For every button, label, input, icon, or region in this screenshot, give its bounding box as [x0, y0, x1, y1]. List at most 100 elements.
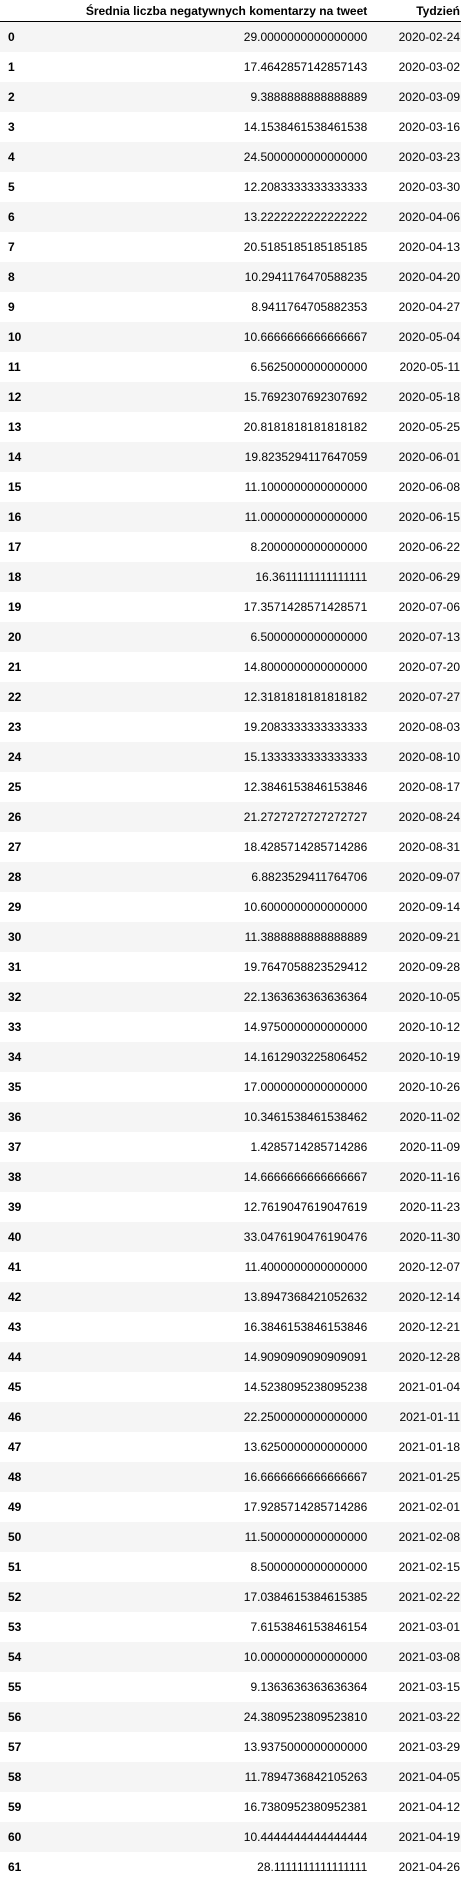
row-avg-negative-comments: 9.1363636363636364: [40, 1672, 378, 1702]
row-avg-negative-comments: 10.6000000000000000: [40, 892, 378, 922]
table-row: 98.94117647058823532020-04-27: [0, 292, 461, 322]
row-index: 52: [0, 1582, 40, 1612]
row-week: 2021-01-04: [378, 1372, 461, 1402]
table-row: 424.50000000000000002020-03-23: [0, 142, 461, 172]
row-index: 14: [0, 442, 40, 472]
row-index: 31: [0, 952, 40, 982]
table-header: Średnia liczba negatywnych komentarzy na…: [0, 0, 461, 22]
row-week: 2020-09-28: [378, 952, 461, 982]
row-avg-negative-comments: 6.5000000000000000: [40, 622, 378, 652]
row-avg-negative-comments: 17.3571428571428571: [40, 592, 378, 622]
row-week: 2020-04-27: [378, 292, 461, 322]
row-index: 56: [0, 1702, 40, 1732]
row-week: 2020-08-17: [378, 772, 461, 802]
row-index: 42: [0, 1282, 40, 1312]
row-avg-negative-comments: 9.3888888888888889: [40, 82, 378, 112]
row-avg-negative-comments: 13.9375000000000000: [40, 1732, 378, 1762]
row-week: 2020-07-27: [378, 682, 461, 712]
row-index: 15: [0, 472, 40, 502]
table-row: 2718.42857142857142862020-08-31: [0, 832, 461, 862]
row-week: 2021-03-29: [378, 1732, 461, 1762]
row-avg-negative-comments: 10.3461538461538462: [40, 1102, 378, 1132]
table-row: 4622.25000000000000002021-01-11: [0, 1402, 461, 1432]
row-index: 50: [0, 1522, 40, 1552]
table-row: 3610.34615384615384622020-11-02: [0, 1102, 461, 1132]
row-avg-negative-comments: 28.1111111111111111: [40, 1852, 378, 1882]
table-row: 3011.38888888888888892020-09-21: [0, 922, 461, 952]
row-week: 2020-12-14: [378, 1282, 461, 1312]
header-index: [0, 0, 40, 22]
row-index: 58: [0, 1762, 40, 1792]
table-row: 4033.04761904761904762020-11-30: [0, 1222, 461, 1252]
row-avg-negative-comments: 10.6666666666666667: [40, 322, 378, 352]
row-avg-negative-comments: 8.2000000000000000: [40, 532, 378, 562]
table-row: 3517.00000000000000002020-10-26: [0, 1072, 461, 1102]
row-avg-negative-comments: 7.6153846153846154: [40, 1612, 378, 1642]
row-avg-negative-comments: 1.4285714285714286: [40, 1132, 378, 1162]
row-avg-negative-comments: 24.5000000000000000: [40, 142, 378, 172]
row-avg-negative-comments: 18.4285714285714286: [40, 832, 378, 862]
table-row: 6128.11111111111111112021-04-26: [0, 1852, 461, 1882]
row-week: 2021-04-05: [378, 1762, 461, 1792]
row-index: 46: [0, 1402, 40, 1432]
row-index: 53: [0, 1612, 40, 1642]
row-week: 2021-04-12: [378, 1792, 461, 1822]
row-week: 2020-02-24: [378, 22, 461, 53]
row-week: 2021-01-25: [378, 1462, 461, 1492]
row-index: 54: [0, 1642, 40, 1672]
row-week: 2020-08-24: [378, 802, 461, 832]
row-week: 2020-08-03: [378, 712, 461, 742]
row-index: 34: [0, 1042, 40, 1072]
row-index: 11: [0, 352, 40, 382]
row-avg-negative-comments: 8.5000000000000000: [40, 1552, 378, 1582]
row-week: 2021-02-08: [378, 1522, 461, 1552]
table-row: 5011.50000000000000002021-02-08: [0, 1522, 461, 1552]
row-avg-negative-comments: 12.3181818181818182: [40, 682, 378, 712]
table-row: 537.61538461538461542021-03-01: [0, 1612, 461, 1642]
table-row: 1419.82352941176470592020-06-01: [0, 442, 461, 472]
row-avg-negative-comments: 12.3846153846153846: [40, 772, 378, 802]
row-index: 17: [0, 532, 40, 562]
row-index: 19: [0, 592, 40, 622]
row-index: 35: [0, 1072, 40, 1102]
table-row: 3119.76470588235294122020-09-28: [0, 952, 461, 982]
table-row: 3414.16129032258064522020-10-19: [0, 1042, 461, 1072]
row-avg-negative-comments: 33.0476190476190476: [40, 1222, 378, 1252]
row-week: 2020-03-16: [378, 112, 461, 142]
table-row: 2621.27272727272727272020-08-24: [0, 802, 461, 832]
row-week: 2020-06-29: [378, 562, 461, 592]
row-index: 49: [0, 1492, 40, 1522]
row-week: 2021-04-26: [378, 1852, 461, 1882]
table-row: 2114.80000000000000002020-07-20: [0, 652, 461, 682]
table-row: 117.46428571428571432020-03-02: [0, 52, 461, 82]
row-avg-negative-comments: 11.7894736842105263: [40, 1762, 378, 1792]
row-avg-negative-comments: 10.2941176470588235: [40, 262, 378, 292]
row-avg-negative-comments: 11.3888888888888889: [40, 922, 378, 952]
row-week: 2020-03-09: [378, 82, 461, 112]
row-avg-negative-comments: 12.7619047619047619: [40, 1192, 378, 1222]
row-week: 2020-11-09: [378, 1132, 461, 1162]
row-avg-negative-comments: 19.7647058823529412: [40, 952, 378, 982]
row-avg-negative-comments: 16.3611111111111111: [40, 562, 378, 592]
table-row: 1511.10000000000000002020-06-08: [0, 472, 461, 502]
table-row: 1611.00000000000000002020-06-15: [0, 502, 461, 532]
table-row: 1816.36111111111111112020-06-29: [0, 562, 461, 592]
table-row: 29.38888888888888892020-03-09: [0, 82, 461, 112]
table-row: 1215.76923076923076922020-05-18: [0, 382, 461, 412]
row-index: 26: [0, 802, 40, 832]
row-avg-negative-comments: 19.2083333333333333: [40, 712, 378, 742]
row-week: 2020-07-06: [378, 592, 461, 622]
row-week: 2020-11-30: [378, 1222, 461, 1252]
table-row: 4816.66666666666666672021-01-25: [0, 1462, 461, 1492]
row-week: 2020-10-12: [378, 1012, 461, 1042]
table-row: 371.42857142857142862020-11-09: [0, 1132, 461, 1162]
row-week: 2020-06-08: [378, 472, 461, 502]
row-index: 23: [0, 712, 40, 742]
row-avg-negative-comments: 15.1333333333333333: [40, 742, 378, 772]
table-row: 4111.40000000000000002020-12-07: [0, 1252, 461, 1282]
table-row: 3814.66666666666666672020-11-16: [0, 1162, 461, 1192]
row-week: 2020-03-02: [378, 52, 461, 82]
row-avg-negative-comments: 12.2083333333333333: [40, 172, 378, 202]
row-avg-negative-comments: 17.0384615384615385: [40, 1582, 378, 1612]
row-index: 27: [0, 832, 40, 862]
